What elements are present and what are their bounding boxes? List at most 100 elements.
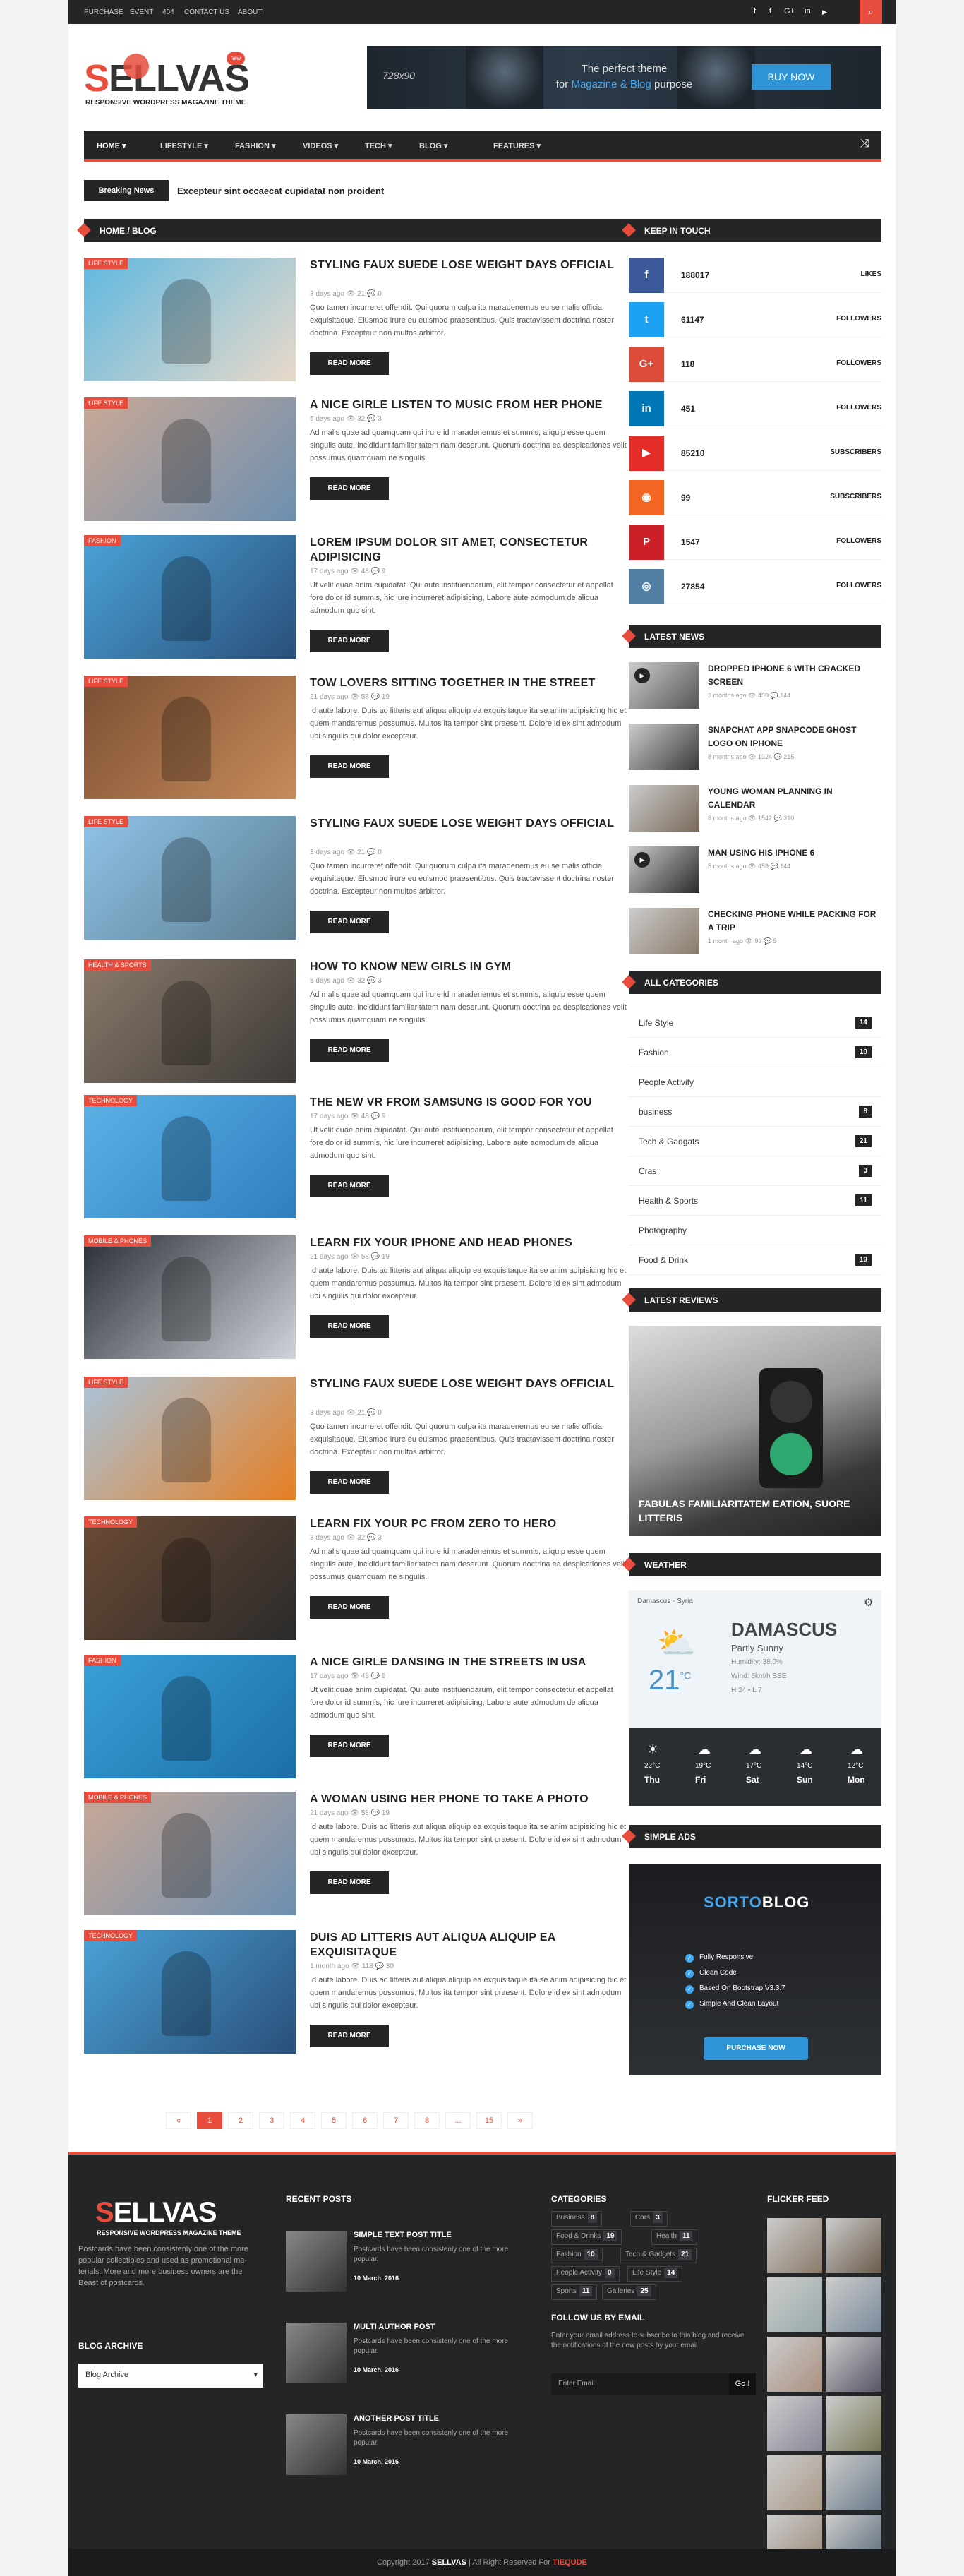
news-title[interactable]: YOUNG WOMAN PLANNING IN CALENDAR [708, 785, 877, 812]
flicker-thumbnail[interactable] [767, 2455, 822, 2510]
post-category-badge[interactable]: LIFE STYLE [84, 676, 128, 687]
post-category-badge[interactable]: LIFE STYLE [84, 397, 128, 409]
news-thumbnail[interactable]: ▶ [629, 846, 699, 893]
top-link-purchase[interactable]: PURCHASE [84, 8, 123, 16]
post-title[interactable]: A NICE GIRLE LISTEN TO MUSIC FROM HER PH… [310, 397, 620, 412]
post-thumbnail[interactable]: TECHNOLOGY [84, 1095, 296, 1218]
footer-tag[interactable]: Galleries 25 [602, 2284, 656, 2300]
category-name[interactable]: Fashion [639, 1048, 669, 1058]
page-link-2[interactable]: 2 [228, 2112, 253, 2129]
post-thumbnail[interactable]: FASHION [84, 535, 296, 659]
news-title[interactable]: DROPPED IPHONE 6 WITH CRACKED SCREEN [708, 662, 877, 689]
social-row[interactable]: t 61147 FOLLOWERS [629, 302, 881, 337]
purchase-now-button[interactable]: PURCHASE NOW [704, 2037, 808, 2060]
post-category-badge[interactable]: TECHNOLOGY [84, 1930, 138, 1941]
top-link-contact[interactable]: CONTACT US [184, 8, 229, 16]
email-submit-button[interactable]: Go ! [729, 2373, 756, 2395]
category-row[interactable]: Health & Sports 11 [629, 1186, 881, 1216]
nav-home[interactable]: HOME ▾ [97, 141, 126, 150]
read-more-button[interactable]: READ MORE [310, 352, 389, 375]
recent-post-title[interactable]: ANOTHER POST TITLE [354, 2414, 439, 2423]
read-more-button[interactable]: READ MORE [310, 1315, 389, 1338]
post-thumbnail[interactable]: FASHION [84, 1655, 296, 1778]
nav-fashion[interactable]: FASHION ▾ [235, 141, 275, 150]
post-category-badge[interactable]: TECHNOLOGY [84, 1516, 138, 1528]
post-thumbnail[interactable]: LIFE STYLE [84, 676, 296, 799]
news-title[interactable]: CHECKING PHONE WHILE PACKING FOR A TRIP [708, 908, 877, 935]
category-row[interactable]: People Activity [629, 1067, 881, 1097]
read-more-button[interactable]: READ MORE [310, 630, 389, 652]
post-thumbnail[interactable]: TECHNOLOGY [84, 1516, 296, 1640]
recent-post-thumbnail[interactable] [286, 2231, 347, 2292]
post-title[interactable]: STYLING FAUX SUEDE LOSE WEIGHT DAYS OFFI… [310, 258, 620, 272]
post-category-badge[interactable]: LIFE STYLE [84, 258, 128, 269]
category-row[interactable]: Food & Drink 19 [629, 1245, 881, 1275]
buy-now-button[interactable]: BUY NOW [752, 64, 831, 90]
recent-post-thumbnail[interactable] [286, 2414, 347, 2475]
post-title[interactable]: STYLING FAUX SUEDE LOSE WEIGHT DAYS OFFI… [310, 1377, 620, 1391]
post-category-badge[interactable]: LIFE STYLE [84, 1377, 128, 1388]
flicker-thumbnail[interactable] [767, 2337, 822, 2392]
footer-tag[interactable]: Fashion 10 [551, 2248, 603, 2263]
post-thumbnail[interactable]: TECHNOLOGY [84, 1930, 296, 2054]
footer-tag[interactable]: People Activity 0 [551, 2266, 620, 2282]
linkedin-icon[interactable]: in [805, 7, 811, 16]
play-icon[interactable]: ▶ [634, 668, 650, 683]
email-input[interactable]: Enter Email Go ! [551, 2373, 756, 2395]
top-link-404[interactable]: 404 [162, 8, 174, 16]
top-link-event[interactable]: EVENT [130, 8, 153, 16]
post-thumbnail[interactable]: LIFE STYLE [84, 816, 296, 940]
copyright-author[interactable]: TIEQUDE [553, 2558, 587, 2567]
category-name[interactable]: Life Style [639, 1018, 673, 1028]
page-link-8[interactable]: 8 [414, 2112, 440, 2129]
footer-tag[interactable]: Health 11 [651, 2229, 698, 2245]
page-link-4[interactable]: 4 [290, 2112, 315, 2129]
latest-news-item[interactable]: ▶ DROPPED IPHONE 6 WITH CRACKED SCREEN 3 m… [629, 662, 881, 712]
read-more-button[interactable]: READ MORE [310, 911, 389, 933]
news-thumbnail[interactable] [629, 724, 699, 770]
news-title[interactable]: MAN USING HIS IPHONE 6 [708, 846, 877, 860]
news-title[interactable]: SNAPCHAT APP SNAPCODE GHOST LOGO ON IPHO… [708, 724, 877, 750]
recent-post-title[interactable]: SIMPLE TEXT POST TITLE [354, 2231, 452, 2239]
page-link-3[interactable]: 3 [259, 2112, 284, 2129]
nav-features[interactable]: FEATURES ▾ [493, 141, 541, 150]
recent-post-title[interactable]: MULTI AUTHOR POST [354, 2323, 435, 2331]
post-title[interactable]: LOREM IPSUM DOLOR SIT AMET, CONSECTETUR … [310, 535, 620, 565]
read-more-button[interactable]: READ MORE [310, 1039, 389, 1062]
post-category-badge[interactable]: FASHION [84, 1655, 121, 1666]
post-thumbnail[interactable]: LIFE STYLE [84, 258, 296, 381]
post-category-badge[interactable]: FASHION [84, 535, 121, 546]
review-image[interactable]: FABULAS FAMILIARITATEM EATION, SUORE LIT… [629, 1326, 881, 1536]
category-name[interactable]: Tech & Gadgats [639, 1137, 699, 1146]
social-row[interactable]: G+ 118 FOLLOWERS [629, 347, 881, 382]
social-row[interactable]: ▶ 85210 SUBSCRIBERS [629, 436, 881, 471]
flicker-thumbnail[interactable] [826, 2396, 881, 2451]
read-more-button[interactable]: READ MORE [310, 1735, 389, 1757]
post-title[interactable]: LEARN FIX YOUR PC FROM ZERO TO HERO [310, 1516, 620, 1531]
page-link-6[interactable]: 6 [352, 2112, 378, 2129]
social-row[interactable]: in 451 FOLLOWERS [629, 391, 881, 426]
post-category-badge[interactable]: LIFE STYLE [84, 816, 128, 827]
flicker-thumbnail[interactable] [826, 2218, 881, 2273]
footer-tag[interactable]: Sports 11 [551, 2284, 598, 2300]
nav-lifestyle[interactable]: LIFESTYLE ▾ [160, 141, 208, 150]
flicker-thumbnail[interactable] [826, 2337, 881, 2392]
footer-tag[interactable]: Food & Drinks 19 [551, 2229, 622, 2245]
logo[interactable]: SELLVAS [84, 56, 250, 100]
read-more-button[interactable]: READ MORE [310, 755, 389, 778]
post-thumbnail[interactable]: HEALTH & SPORTS [84, 959, 296, 1083]
google-plus-icon[interactable]: G+ [784, 7, 795, 16]
footer-tag[interactable]: Business 8 [551, 2211, 603, 2227]
post-title[interactable]: TOW LOVERS SITTING TOGETHER IN THE STREE… [310, 676, 620, 690]
category-row[interactable]: Cras 3 [629, 1156, 881, 1186]
recent-post-thumbnail[interactable] [286, 2323, 347, 2383]
post-title[interactable]: THE NEW VR FROM SAMSUNG IS GOOD FOR YOU [310, 1095, 620, 1110]
read-more-button[interactable]: READ MORE [310, 2025, 389, 2047]
news-thumbnail[interactable] [629, 785, 699, 832]
nav-videos[interactable]: VIDEOS ▾ [303, 141, 338, 150]
page-link-1[interactable]: 1 [197, 2112, 222, 2129]
news-thumbnail[interactable] [629, 908, 699, 954]
post-thumbnail[interactable]: LIFE STYLE [84, 397, 296, 521]
category-row[interactable]: business 8 [629, 1097, 881, 1127]
youtube-icon[interactable]: ▶ [822, 8, 827, 16]
